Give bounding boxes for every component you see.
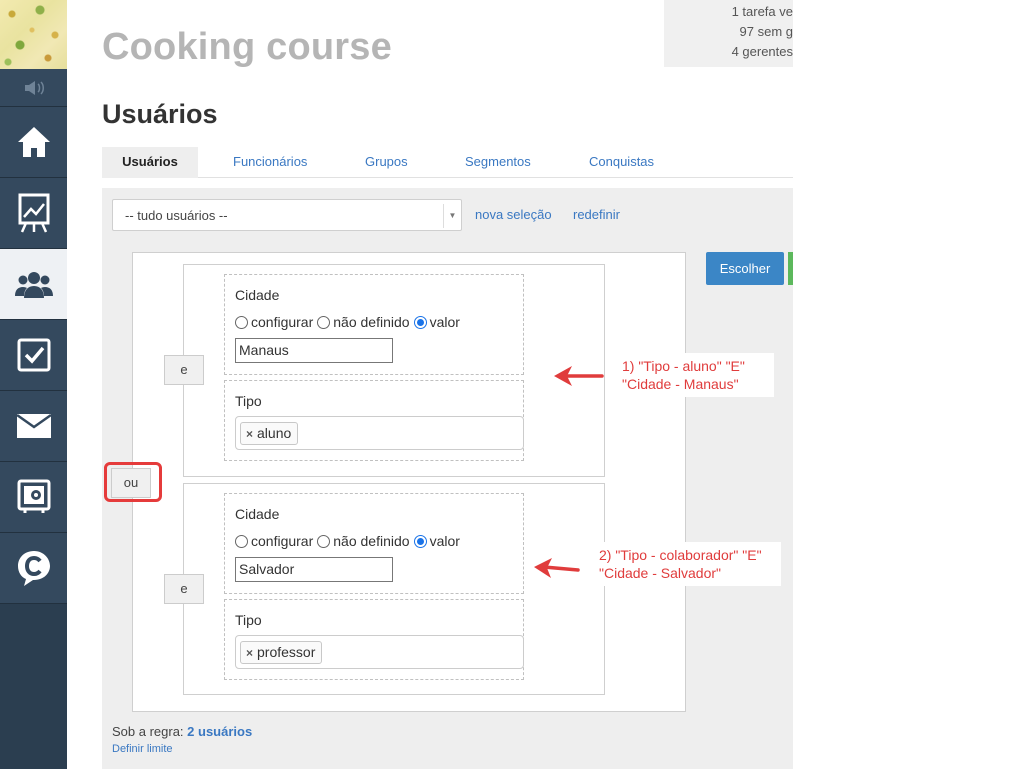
radio-value-label: valor (429, 314, 460, 330)
notification-managers[interactable]: 4 gerentes (732, 44, 793, 59)
annotation-1: 1) "Tipo - aluno" "E" "Cidade - Manaus" (614, 353, 774, 397)
sidebar-item-mail[interactable] (0, 391, 67, 462)
radio-value-1[interactable] (413, 315, 427, 329)
tab-grupos[interactable]: Grupos (365, 147, 408, 178)
reset-link[interactable]: redefinir (573, 207, 620, 222)
mail-icon (16, 414, 51, 438)
tabs-bar: Usuários Funcionários Grupos Segmentos C… (102, 147, 793, 178)
radio-undefined-1[interactable] (317, 315, 331, 329)
tag-text: professor (257, 644, 316, 660)
rule-summary: Sob a regra: 2 usuários (112, 724, 252, 739)
chart-board-icon (18, 193, 49, 233)
chevron-down-icon: ▼ (443, 204, 461, 228)
annotation-arrow-icon-1 (554, 366, 604, 386)
or-button-highlight (104, 462, 162, 502)
dropdown-value: -- tudo usuários -- (125, 208, 228, 223)
city-label-1: Cidade (235, 287, 280, 303)
city-radio-group-2: configurar não definido valor (235, 533, 464, 549)
radio-configure-label: configurar (251, 314, 314, 330)
annotation-2: 2) "Tipo - colaborador" "E" "Cidade - Sa… (591, 542, 781, 586)
rule-prefix: Sob a regra: (112, 724, 184, 739)
and-button-2[interactable]: e (164, 574, 204, 604)
annotation-arrow-icon-2 (534, 558, 580, 578)
radio-undefined-label: não definido (333, 533, 410, 549)
sidebar-item-store[interactable] (0, 462, 67, 533)
type-label-2: Tipo (235, 612, 262, 628)
radio-value-2[interactable] (413, 534, 427, 548)
annotation-1-line2: "Cidade - Manaus" (622, 376, 739, 392)
sidebar-item-reports[interactable] (0, 178, 67, 249)
sidebar-item-chat[interactable] (0, 533, 67, 604)
choose-button[interactable]: Escolher (706, 252, 784, 285)
notifications-panel: 1 tarefa ve 97 sem g 4 gerentes (664, 0, 793, 67)
and-button-1[interactable]: e (164, 355, 204, 385)
city-input-2[interactable]: Salvador (235, 557, 393, 582)
tab-conquistas[interactable]: Conquistas (589, 147, 654, 178)
annotation-1-line1: 1) "Tipo - aluno" "E" (622, 358, 745, 374)
tag-text: aluno (257, 425, 292, 441)
tab-segmentos[interactable]: Segmentos (465, 147, 531, 178)
safe-icon (17, 479, 50, 513)
radio-undefined-2[interactable] (317, 534, 331, 548)
radio-configure-label: configurar (251, 533, 314, 549)
type-tag-1: × aluno (240, 422, 299, 445)
course-logo[interactable] (0, 0, 67, 69)
speaker-icon[interactable] (0, 69, 67, 107)
radio-configure-1[interactable] (235, 315, 248, 329)
type-tag-input-2[interactable]: × professor (235, 635, 524, 669)
new-selection-link[interactable]: nova seleção (475, 207, 552, 222)
city-radio-group-1: configurar não definido valor (235, 314, 464, 330)
city-input-1[interactable]: Manaus (235, 338, 393, 363)
page-title: Usuários (102, 99, 218, 129)
chat-c-icon (17, 551, 50, 586)
annotation-2-line2: "Cidade - Salvador" (599, 565, 722, 581)
green-button[interactable] (788, 252, 793, 285)
home-icon (17, 127, 50, 157)
tab-usuarios[interactable]: Usuários (102, 147, 198, 178)
sidebar-item-home[interactable] (0, 107, 67, 178)
sidebar-item-users[interactable] (0, 249, 67, 320)
type-label-1: Tipo (235, 393, 262, 409)
type-tag-input-1[interactable]: × aluno (235, 416, 524, 450)
type-tag-2: × professor (240, 641, 323, 664)
city-label-2: Cidade (235, 506, 280, 522)
set-limit-link[interactable]: Definir limite (112, 743, 173, 755)
radio-value-label: valor (429, 533, 460, 549)
rule-user-count[interactable]: 2 usuários (187, 724, 252, 739)
annotation-2-line1: 2) "Tipo - colaborador" "E" (599, 547, 762, 563)
notification-tasks[interactable]: 1 tarefa ve (732, 4, 793, 19)
course-title: Cooking course (102, 26, 392, 68)
radio-undefined-label: não definido (333, 314, 410, 330)
radio-configure-2[interactable] (235, 534, 248, 548)
remove-tag-icon[interactable]: × (246, 646, 253, 660)
sidebar (0, 0, 67, 769)
sidebar-item-tasks[interactable] (0, 320, 67, 391)
tab-funcionarios[interactable]: Funcionários (233, 147, 307, 178)
notification-unassigned[interactable]: 97 sem g (740, 24, 793, 39)
user-selection-dropdown[interactable]: -- tudo usuários -- ▼ (112, 199, 462, 231)
remove-tag-icon[interactable]: × (246, 427, 253, 441)
checkbox-icon (17, 338, 50, 372)
users-icon (14, 272, 53, 298)
